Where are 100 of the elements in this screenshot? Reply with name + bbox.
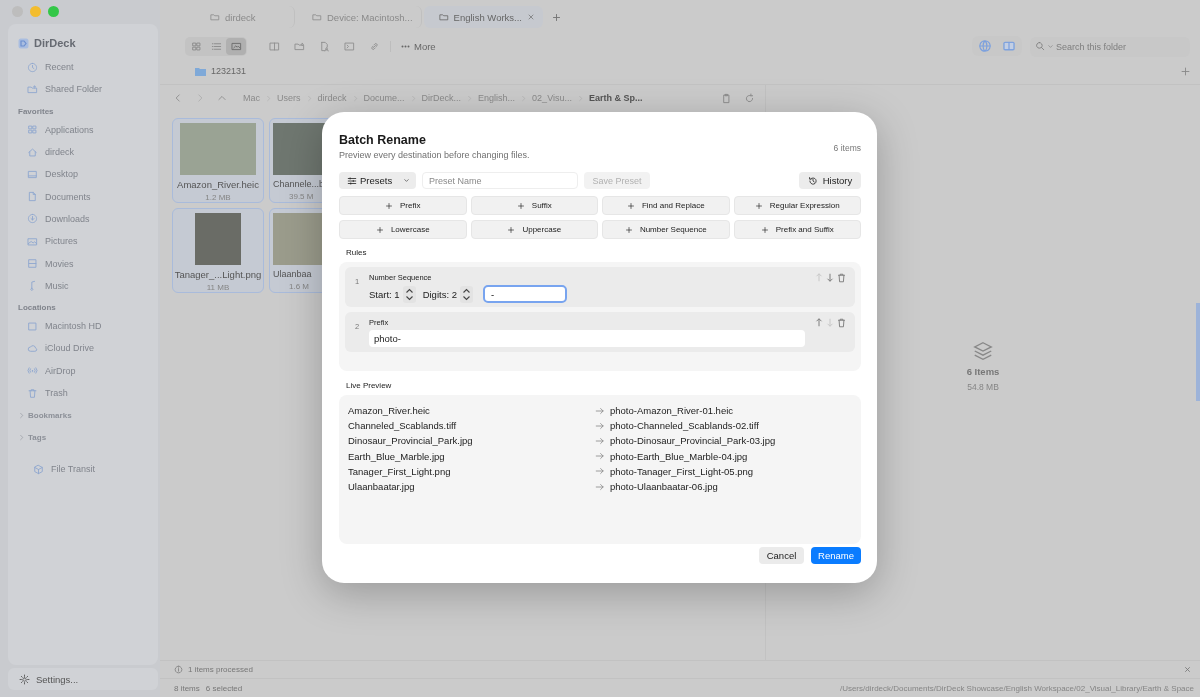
plus-icon bbox=[385, 201, 393, 210]
sidebar-item[interactable]: Documents bbox=[18, 185, 158, 208]
sidebar-item[interactable]: File Transit bbox=[18, 458, 158, 481]
breadcrumb[interactable]: Users bbox=[277, 93, 301, 103]
breadcrumb[interactable]: English... bbox=[478, 93, 516, 103]
file-card[interactable]: Amazon_River.heic 1.2 MB bbox=[172, 118, 264, 203]
plus-icon bbox=[760, 225, 769, 234]
sidebar-item[interactable]: Downloads bbox=[18, 207, 158, 231]
new-file-name: photo-Amazon_River-01.heic bbox=[610, 405, 734, 417]
trash-icon[interactable] bbox=[836, 272, 847, 284]
original-file-name: Amazon_River.heic bbox=[348, 405, 431, 417]
sidebar-item[interactable]: Pictures bbox=[18, 230, 158, 253]
breadcrumb[interactable]: Earth & Sp... bbox=[589, 93, 643, 103]
arrow-right-icon bbox=[595, 451, 605, 462]
folder-icon bbox=[438, 12, 449, 22]
grid-icon bbox=[190, 40, 202, 52]
separator-field[interactable]: - bbox=[482, 285, 567, 303]
wireless-icon bbox=[27, 365, 38, 377]
sidebar-item[interactable]: AirDrop bbox=[18, 359, 158, 382]
move-down-icon[interactable] bbox=[825, 317, 835, 328]
plus-icon bbox=[375, 225, 384, 234]
history-button[interactable]: History bbox=[799, 172, 861, 189]
sidebar-item[interactable]: Music bbox=[18, 274, 158, 297]
add-rule-button[interactable]: Uppercase bbox=[470, 220, 598, 239]
add-rule-button[interactable]: Find and Replace bbox=[602, 196, 730, 215]
add-rule-button[interactable]: Lowercase bbox=[339, 220, 467, 239]
tab[interactable]: English Works... bbox=[423, 6, 543, 28]
add-rule-button[interactable]: Suffix bbox=[470, 196, 598, 215]
sidebar-item[interactable]: iCloud Drive bbox=[18, 337, 158, 360]
new-tab-icon[interactable] bbox=[551, 11, 562, 23]
breadcrumb[interactable]: DirDeck... bbox=[421, 93, 462, 103]
globe-search-icon[interactable] bbox=[978, 39, 992, 53]
new-file-name: photo-Ulaanbaatar-06.jpg bbox=[610, 481, 718, 493]
favorite-folder[interactable]: 1232131 bbox=[195, 66, 247, 76]
sidebar-item[interactable]: Macintosh HD bbox=[18, 314, 158, 338]
stepper[interactable] bbox=[459, 285, 473, 303]
add-rule-button[interactable]: Number Sequence bbox=[602, 220, 730, 239]
cancel-button[interactable]: Cancel bbox=[759, 547, 804, 564]
columns-icon[interactable] bbox=[1002, 39, 1016, 53]
window-zoom-button[interactable] bbox=[48, 6, 59, 17]
original-file-name: Tanager_First_Light.png bbox=[348, 465, 452, 477]
section-label: Live Preview bbox=[346, 381, 393, 390]
app-name: DirDeck bbox=[34, 37, 76, 49]
clipboard-icon bbox=[721, 92, 732, 104]
add-rule-button[interactable]: Regular Expression bbox=[733, 196, 861, 215]
file-name: Tanager_...Light.png bbox=[174, 269, 262, 280]
sidebar-group-toggle[interactable]: Bookmarks bbox=[18, 404, 158, 427]
trash-icon[interactable] bbox=[836, 317, 847, 329]
sidebar-item[interactable]: Trash bbox=[18, 381, 158, 405]
film-icon bbox=[27, 258, 38, 269]
start-value: Start: 1 bbox=[369, 288, 400, 300]
original-file-name: Earth_Blue_Marble.jpg bbox=[348, 450, 446, 462]
sidebar-item[interactable]: Movies bbox=[18, 252, 158, 275]
sidebar-item[interactable]: Desktop bbox=[18, 163, 158, 186]
settings-button[interactable]: Settings... bbox=[8, 668, 158, 690]
sidebar-item[interactable]: Shared Folder bbox=[18, 78, 158, 101]
list-icon bbox=[210, 40, 222, 52]
move-down-icon[interactable] bbox=[825, 272, 835, 283]
breadcrumb[interactable]: dirdeck bbox=[317, 93, 347, 103]
sidebar-item[interactable]: Recent bbox=[18, 56, 158, 79]
folder-badge-icon bbox=[294, 40, 305, 52]
add-rule-button[interactable]: Prefix and Suffix bbox=[733, 220, 861, 239]
sidebar-item[interactable]: Applications bbox=[18, 118, 158, 141]
status-message: 1 items processed bbox=[188, 665, 253, 674]
more-button[interactable]: More bbox=[391, 40, 436, 52]
trash-icon bbox=[27, 387, 38, 399]
plus-icon bbox=[624, 225, 633, 234]
view-mode-button[interactable] bbox=[226, 37, 246, 55]
ellipsis-icon bbox=[401, 44, 410, 48]
rename-button[interactable]: Rename bbox=[811, 547, 861, 564]
preset-name-field[interactable]: Preset Name bbox=[422, 172, 578, 189]
sliders-icon bbox=[347, 175, 357, 186]
selected-count: 6 selected bbox=[205, 683, 243, 693]
split-view-icon bbox=[269, 40, 280, 52]
original-file-name: Ulaanbaatar.jpg bbox=[348, 481, 416, 493]
stepper[interactable] bbox=[402, 285, 416, 303]
file-card[interactable]: Tanager_...Light.png 11 MB bbox=[172, 208, 264, 293]
breadcrumb[interactable]: Mac bbox=[243, 93, 260, 103]
sidebar-section-header: Favorites bbox=[18, 106, 55, 118]
prefix-field[interactable]: photo- bbox=[369, 330, 805, 347]
plus-icon bbox=[754, 201, 763, 210]
move-up-icon[interactable] bbox=[814, 272, 824, 283]
sidebar-group-toggle[interactable]: Tags bbox=[18, 426, 158, 449]
tab[interactable]: Device: Macintosh... bbox=[297, 6, 422, 28]
house-icon bbox=[27, 146, 38, 158]
settings-icon bbox=[19, 673, 30, 685]
clock-icon bbox=[27, 61, 38, 73]
move-up-icon[interactable] bbox=[814, 317, 824, 328]
history-icon bbox=[807, 175, 818, 186]
new-file-name: photo-Tanager_First_Light-05.png bbox=[610, 465, 754, 477]
add-rule-button[interactable]: Prefix bbox=[339, 196, 467, 215]
sidebar-item[interactable]: dirdeck bbox=[18, 140, 158, 164]
close-icon[interactable] bbox=[1183, 665, 1192, 674]
file-name: Amazon_River.heic bbox=[177, 179, 259, 190]
presets-dropdown[interactable]: Presets bbox=[339, 172, 416, 189]
tab[interactable]: dirdeck bbox=[195, 6, 295, 28]
file-size: 1.2 MB bbox=[205, 193, 231, 202]
cube-icon bbox=[33, 463, 44, 475]
photo-placeholder bbox=[195, 213, 241, 265]
arrow-right-icon bbox=[595, 405, 605, 416]
